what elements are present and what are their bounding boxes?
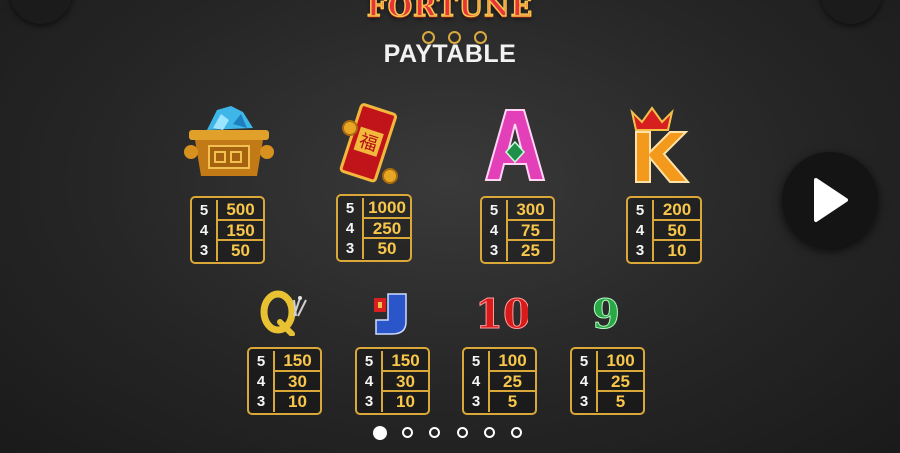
paytable-letter-j: 5 150 4 30 3 10 [355,347,430,415]
pay-count: 4 [256,372,266,390]
paytable-treasure-chest: 5 500 4 150 3 50 [190,196,265,264]
pay-count: 4 [199,221,209,239]
number-10-icon: 10 [475,290,532,339]
paytable-number-10: 5 100 4 25 35 [462,347,537,415]
pay-value: 100 [596,351,643,371]
pay-count: 5 [489,201,499,219]
pay-count: 5 [199,201,209,219]
pay-value: 150 [216,219,263,241]
letter-k-icon [626,98,696,184]
pay-value: 50 [362,237,410,259]
play-icon [814,178,848,222]
page-dot-3[interactable] [429,427,440,438]
page-dot-4[interactable] [457,427,468,438]
pay-value: 30 [273,370,320,392]
pay-value: 150 [273,351,320,371]
pay-count: 5 [345,199,355,217]
pay-count: 4 [471,372,481,390]
logo-text: FORTUNE [366,0,534,24]
pay-count: 5 [471,352,481,370]
paytable-red-envelope: 5 1000 4 250 3 50 [336,194,412,262]
pay-count: 3 [364,392,374,410]
paytable-letter-k: 5 200 4 50 3 10 [626,196,702,264]
pay-count: 4 [345,219,355,237]
svg-text:10: 10 [478,291,528,334]
pay-count: 4 [364,372,374,390]
pay-count: 4 [579,372,589,390]
pay-count: 5 [579,352,589,370]
pay-count: 3 [635,241,645,259]
letter-a-icon [482,108,548,182]
pay-count: 5 [635,201,645,219]
pay-value: 500 [216,200,263,220]
pay-value: 75 [506,219,553,241]
red-envelope-icon: 福 [338,100,400,188]
pay-value: 30 [381,370,428,392]
game-logo: FORTUNE [0,0,900,24]
page-dot-1[interactable] [373,426,387,440]
pagination-dots [373,426,533,443]
pay-value: 50 [652,219,700,241]
pay-value: 200 [652,200,700,220]
pay-count: 5 [256,352,266,370]
page-title: PAYTABLE [383,40,517,68]
pay-value: 250 [362,217,410,239]
paytable-number-9: 5 100 4 25 35 [570,347,645,415]
page-dot-2[interactable] [402,427,413,438]
pay-value: 10 [381,390,428,412]
letter-q-icon [260,290,308,337]
svg-text:9: 9 [592,291,620,334]
pay-count: 3 [489,241,499,259]
pay-value: 5 [596,390,643,412]
pay-value: 5 [488,390,535,412]
pay-count: 3 [199,241,209,259]
pay-value: 50 [216,239,263,261]
pay-value: 10 [652,239,700,261]
page-dot-5[interactable] [484,427,495,438]
page-dot-6[interactable] [511,427,522,438]
paytable-letter-a: 5 300 4 75 3 25 [480,196,555,264]
pay-value: 25 [596,370,643,392]
pay-count: 3 [345,239,355,257]
pay-value: 10 [273,390,320,412]
treasure-chest-icon [183,100,275,184]
pay-count: 5 [364,352,374,370]
pay-value: 1000 [362,198,410,218]
next-page-button[interactable] [782,152,878,248]
pay-value: 300 [506,200,553,220]
letter-j-icon [370,292,412,336]
pay-value: 150 [381,351,428,371]
pay-value: 25 [506,239,553,261]
pay-count: 3 [256,392,266,410]
pay-value: 25 [488,370,535,392]
pay-value: 100 [488,351,535,371]
pay-count: 3 [471,392,481,410]
pay-count: 3 [579,392,589,410]
number-9-icon: 9 [586,290,626,339]
paytable-letter-q: 5 150 4 30 3 10 [247,347,322,415]
pay-count: 4 [635,221,645,239]
pay-count: 4 [489,221,499,239]
